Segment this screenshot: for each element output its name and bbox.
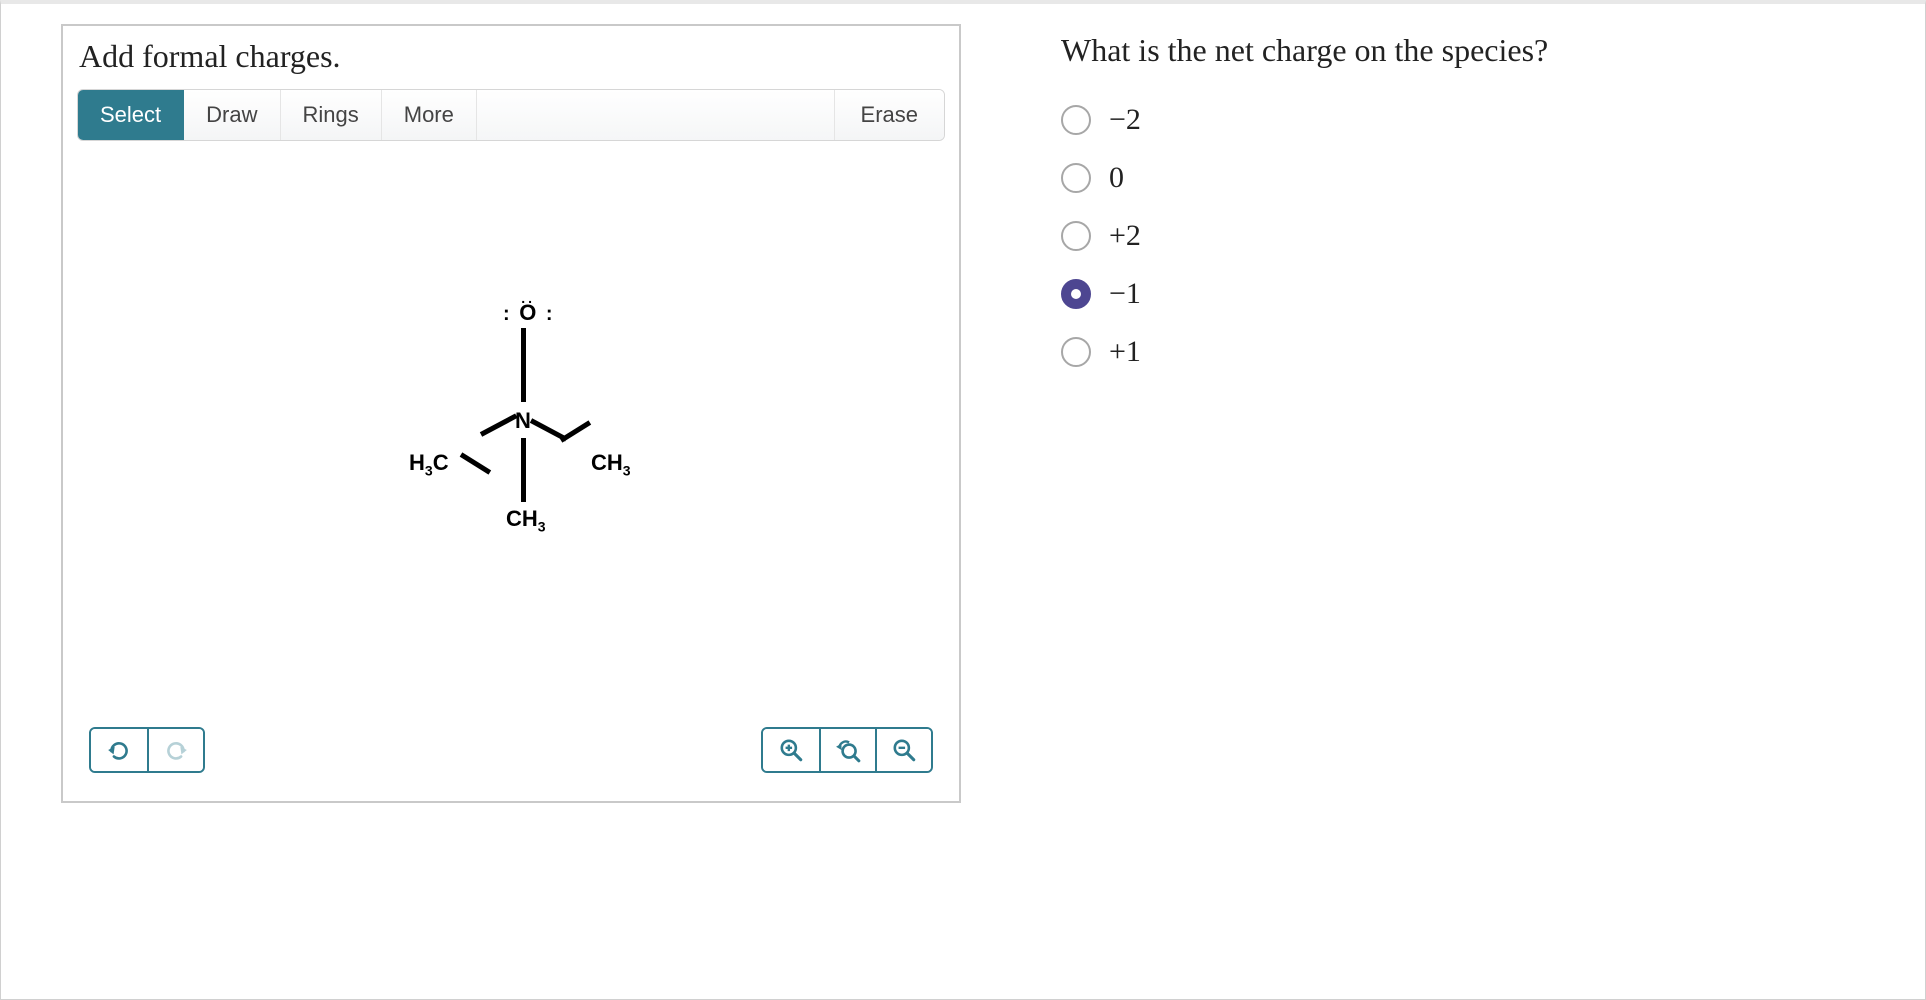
radio-circle-icon (1061, 337, 1091, 367)
redo-icon (163, 737, 189, 763)
zoom-out-button[interactable] (875, 729, 931, 771)
atom-nitrogen[interactable]: N (515, 408, 531, 434)
undo-icon (106, 737, 132, 763)
zoom-reset-icon (835, 737, 861, 763)
radio-circle-selected-icon (1061, 279, 1091, 309)
editor-toolbar: Select Draw Rings More Erase (77, 89, 945, 141)
toolbar-select[interactable]: Select (78, 90, 184, 140)
radio-label: −2 (1109, 103, 1141, 137)
page-frame: Add formal charges. Select Draw Rings Mo… (0, 0, 1926, 1000)
bond-o-n[interactable] (521, 328, 526, 402)
radio-circle-icon (1061, 105, 1091, 135)
question-text: What is the net charge on the species? (1061, 32, 1548, 69)
drawing-canvas[interactable]: : ..O : N H3C CH3 CH3 (63, 147, 959, 717)
bond-n-right-b[interactable] (560, 420, 591, 442)
content-row: Add formal charges. Select Draw Rings Mo… (61, 24, 1865, 803)
radio-option-1[interactable]: 0 (1061, 161, 1548, 195)
toolbar-draw[interactable]: Draw (184, 90, 280, 140)
zoom-in-button[interactable] (763, 729, 819, 771)
bond-n-left-b[interactable] (460, 452, 491, 474)
molecule: : ..O : N H3C CH3 CH3 (361, 292, 661, 572)
history-group (89, 727, 205, 773)
canvas-bottom-toolbar (63, 717, 959, 801)
bond-n-left-a[interactable] (480, 414, 518, 437)
question-panel: What is the net charge on the species? −… (1061, 24, 1548, 803)
atom-h3c-left[interactable]: H3C (409, 450, 449, 478)
zoom-reset-button[interactable] (819, 729, 875, 771)
radio-circle-icon (1061, 221, 1091, 251)
undo-button[interactable] (91, 729, 147, 771)
radio-label: +2 (1109, 219, 1141, 253)
radio-label: −1 (1109, 277, 1141, 311)
redo-button[interactable] (147, 729, 203, 771)
toolbar-more[interactable]: More (382, 90, 477, 140)
radio-list: −2 0 +2 −1 +1 (1061, 103, 1548, 369)
toolbar-erase[interactable]: Erase (834, 90, 944, 140)
radio-option-3[interactable]: −1 (1061, 277, 1548, 311)
instruction-text: Add formal charges. (63, 26, 959, 83)
zoom-group (761, 727, 933, 773)
atom-oxygen[interactable]: : ..O : (503, 300, 555, 326)
radio-label: +1 (1109, 335, 1141, 369)
radio-circle-icon (1061, 163, 1091, 193)
atom-ch3-bottom[interactable]: CH3 (506, 506, 546, 534)
toolbar-rings[interactable]: Rings (281, 90, 382, 140)
atom-ch3-right[interactable]: CH3 (591, 450, 631, 478)
radio-option-0[interactable]: −2 (1061, 103, 1548, 137)
structure-editor: Add formal charges. Select Draw Rings Mo… (61, 24, 961, 803)
radio-option-2[interactable]: +2 (1061, 219, 1548, 253)
toolbar-spacer (477, 90, 834, 140)
bond-n-bottom[interactable] (521, 438, 526, 502)
zoom-in-icon (778, 737, 804, 763)
zoom-out-icon (891, 737, 917, 763)
radio-option-4[interactable]: +1 (1061, 335, 1548, 369)
radio-label: 0 (1109, 161, 1124, 195)
